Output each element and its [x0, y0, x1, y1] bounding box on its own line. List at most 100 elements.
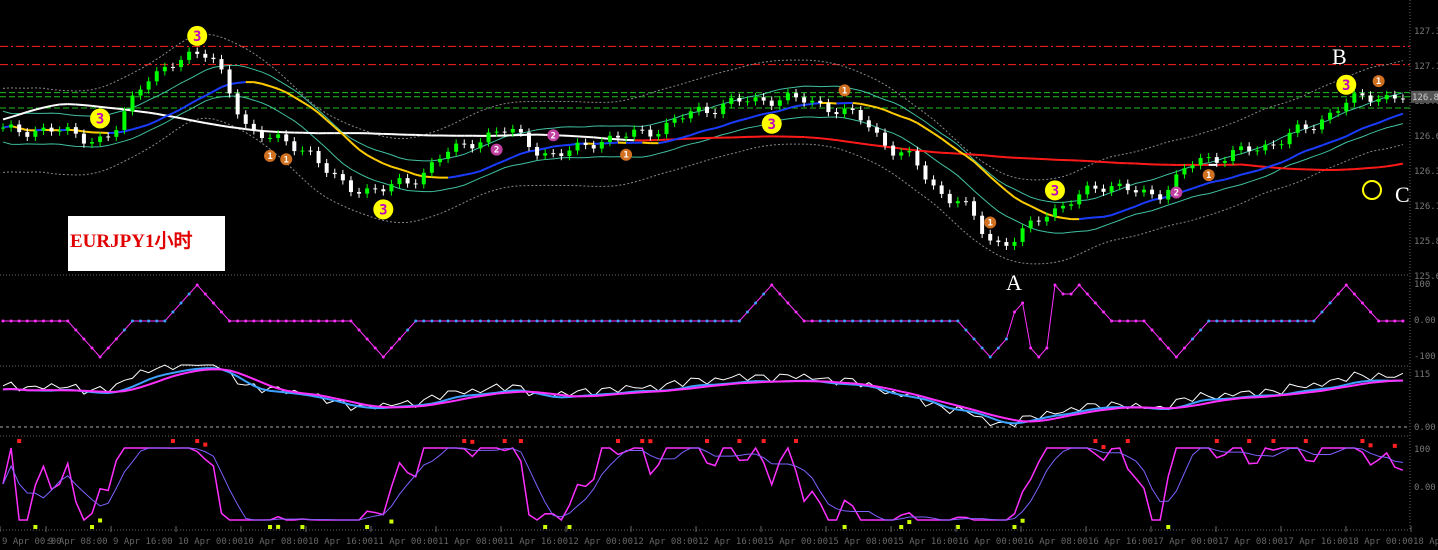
candle — [259, 126, 264, 143]
candle-body — [567, 150, 572, 157]
candle — [923, 161, 928, 184]
trend-ma-segment — [1127, 205, 1137, 211]
long-ma-segment — [205, 121, 214, 126]
long-ma-segment — [1273, 166, 1282, 170]
candle-body — [753, 97, 758, 102]
candle-body — [1198, 158, 1203, 166]
long-ma-segment — [51, 103, 60, 107]
stochastic-main-line — [2, 446, 1404, 522]
candle — [826, 98, 831, 117]
buy-dot — [389, 519, 394, 524]
candle — [591, 140, 596, 153]
long-ma-segment — [593, 136, 602, 140]
candle — [373, 184, 378, 194]
candle-body — [591, 145, 596, 149]
candle-body — [769, 100, 774, 106]
sell-dot — [761, 439, 766, 443]
long-ma-segment — [1103, 160, 1112, 164]
candle-body — [1295, 124, 1300, 133]
candle — [988, 229, 993, 245]
long-ma-segment — [909, 148, 918, 152]
trend-ma-segment — [472, 170, 481, 175]
candle-body — [284, 134, 289, 142]
signal-dot — [478, 319, 482, 323]
long-ma-segment — [43, 104, 52, 109]
candle — [65, 122, 70, 135]
candle-body — [203, 53, 208, 58]
signal-number: 3 — [1051, 183, 1059, 199]
signal-dot — [1191, 337, 1195, 341]
candle-body — [963, 201, 968, 203]
candle-body — [510, 128, 515, 133]
candle-body — [33, 130, 38, 137]
trend-ma-segment — [204, 90, 214, 97]
candle-body — [41, 127, 46, 131]
candle-body — [1166, 189, 1171, 200]
trend-ma-segment — [722, 121, 732, 127]
signal-number: 3 — [379, 202, 387, 218]
candle — [454, 139, 459, 156]
sell-dot — [1303, 439, 1308, 443]
candle-body — [1255, 150, 1260, 152]
signal-dot — [632, 319, 636, 323]
trend-ma-segment — [1200, 181, 1210, 187]
signal-dot — [1215, 319, 1219, 323]
candle — [340, 169, 345, 185]
long-ma-segment — [1240, 163, 1250, 167]
candle-body — [17, 124, 22, 133]
candle — [1182, 164, 1187, 179]
signal-dot — [1271, 319, 1275, 323]
signal-dot — [818, 319, 822, 323]
signal-dot — [406, 328, 410, 332]
candle — [308, 146, 313, 156]
signal-dot — [438, 319, 442, 323]
time-label: 11 Apr 16:00 — [503, 537, 568, 547]
sell-dot — [1125, 439, 1130, 443]
candle-body — [1061, 205, 1066, 209]
candle — [1360, 89, 1365, 100]
signal-dot — [195, 283, 199, 287]
candle-body — [300, 150, 305, 152]
signal-dot — [349, 319, 353, 323]
signal-dot — [665, 319, 669, 323]
sell-dot — [1368, 443, 1373, 448]
candle — [785, 88, 790, 105]
trend-ma-segment — [795, 103, 805, 108]
candle-body — [373, 188, 378, 190]
signal-dot — [317, 319, 321, 323]
trend-ma-segment — [730, 119, 740, 124]
long-ma-segment — [804, 136, 813, 139]
trend-ma-segment — [1232, 173, 1242, 179]
long-ma-segment — [990, 154, 999, 158]
time-label: 17 Apr 16:00 — [1283, 537, 1348, 547]
candle — [850, 104, 855, 115]
signal-number: 1 — [1206, 171, 1211, 181]
candle — [1028, 216, 1033, 233]
candle — [818, 96, 823, 108]
long-ma-segment — [860, 142, 869, 146]
candle-body — [211, 57, 216, 60]
candle-body — [518, 128, 523, 133]
time-label: 9 Apr 08:00 — [48, 537, 108, 547]
candle — [292, 137, 297, 156]
candle-body — [535, 146, 540, 156]
candle-body — [1052, 208, 1057, 217]
candle — [1133, 185, 1138, 197]
candle — [413, 179, 418, 189]
signal-dot — [802, 319, 806, 323]
panel1-tick: 100 — [1414, 280, 1430, 290]
trend-ma-segment — [553, 144, 562, 148]
long-ma-segment — [828, 138, 837, 142]
candle-body — [1222, 161, 1227, 163]
long-ma-segment — [820, 137, 829, 141]
long-ma-segment — [1378, 165, 1387, 169]
signal-dot — [300, 319, 304, 323]
candle-body — [1069, 204, 1074, 206]
candle-body — [1287, 132, 1292, 145]
long-ma-segment — [213, 123, 222, 127]
candle-body — [761, 97, 766, 101]
trend-ma-segment — [399, 168, 408, 173]
signal-dot — [325, 319, 329, 323]
long-ma-segment — [27, 108, 36, 113]
trend-ma-segment — [366, 154, 376, 161]
